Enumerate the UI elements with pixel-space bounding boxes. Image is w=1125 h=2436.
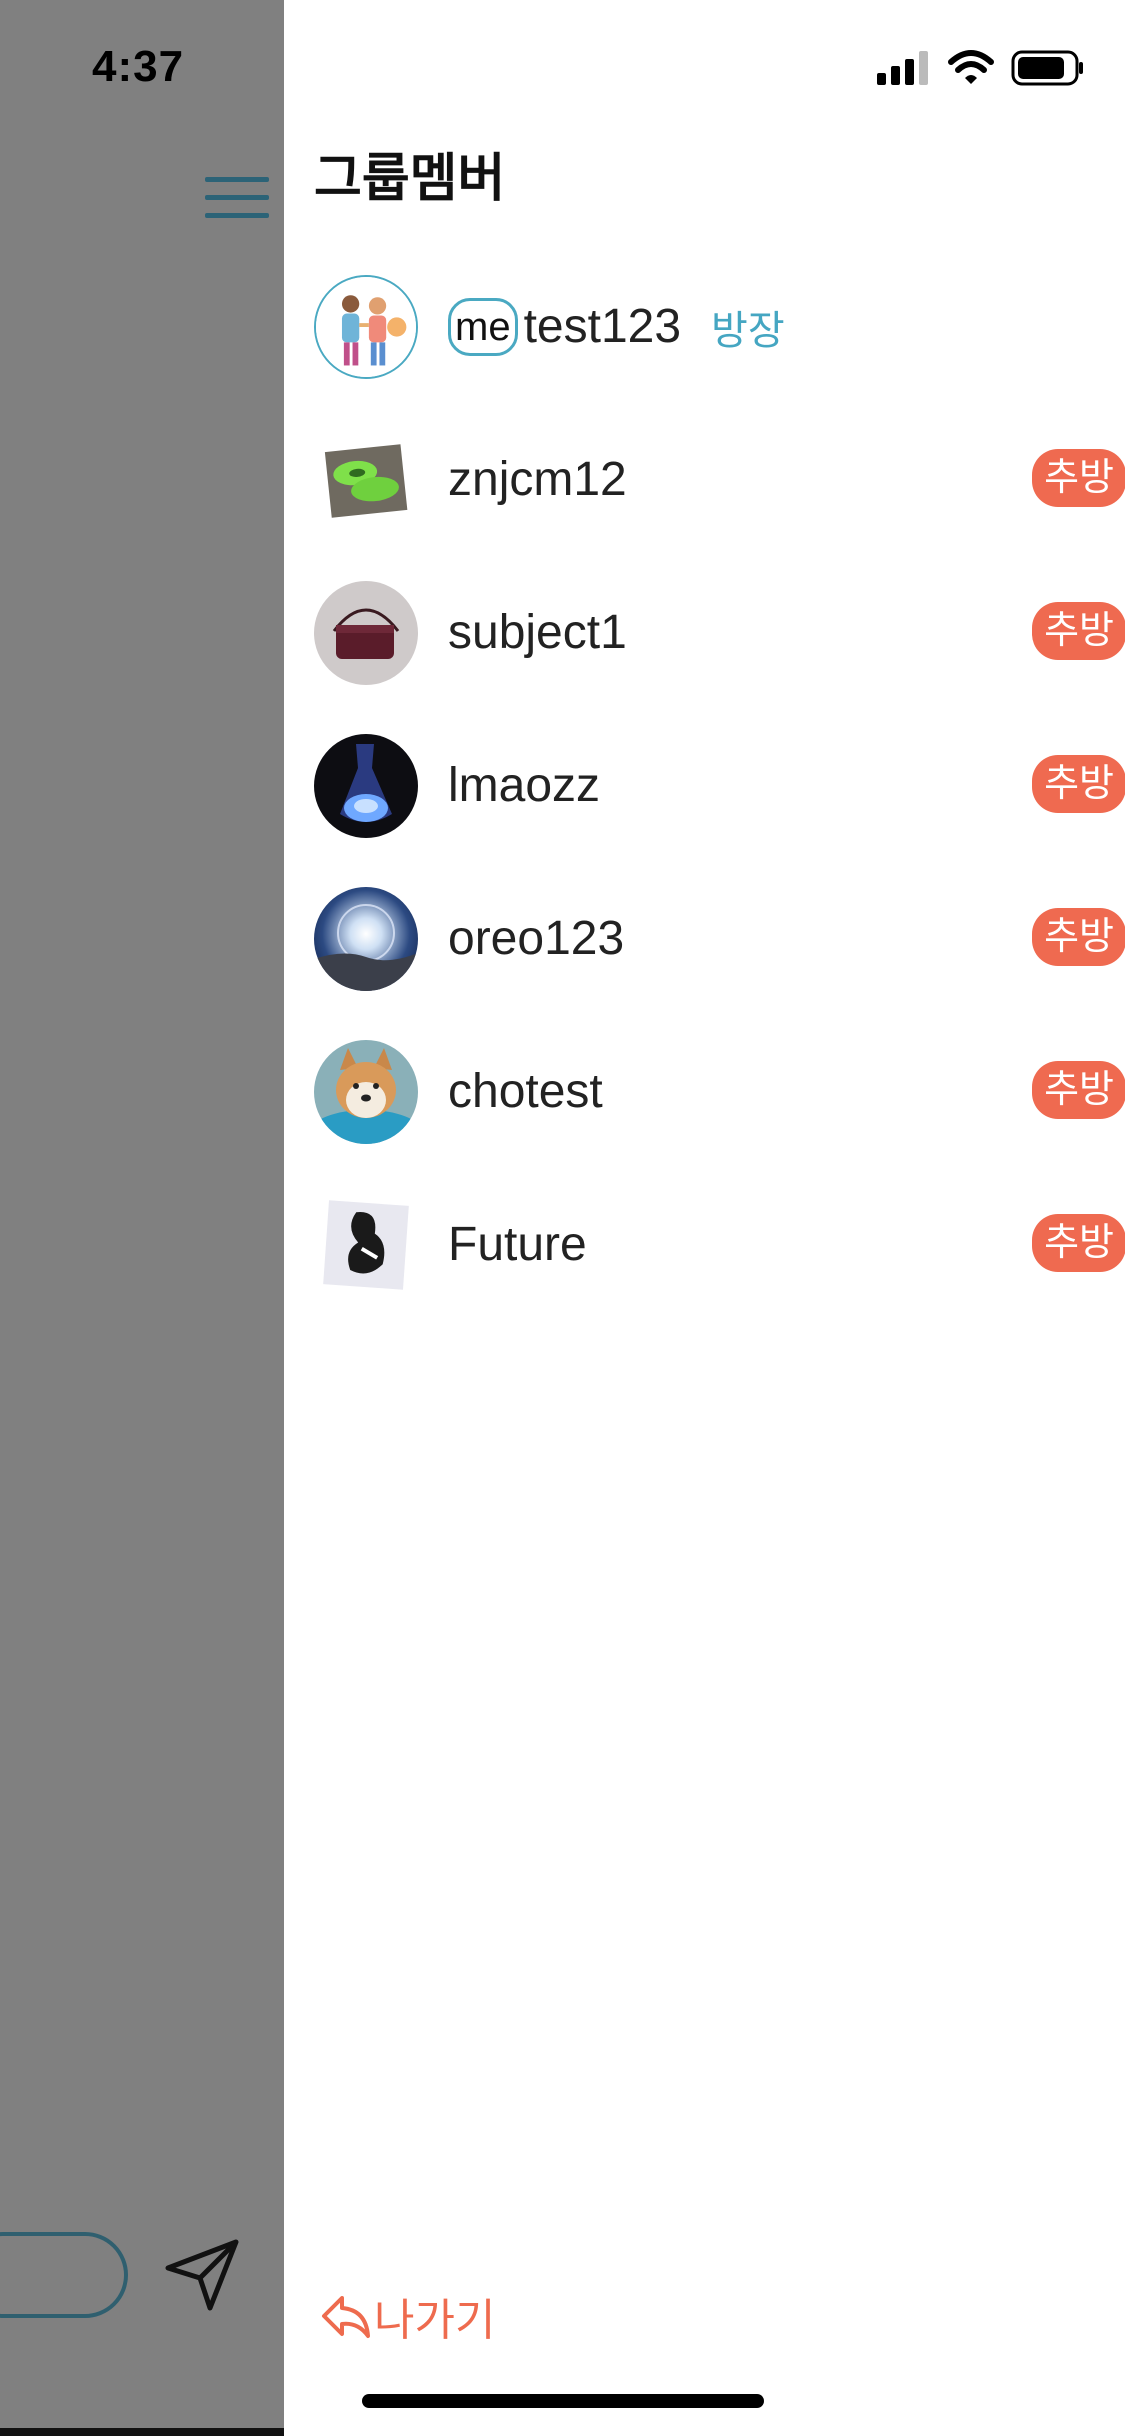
member-name: test123 xyxy=(523,300,682,353)
bag-photo xyxy=(314,580,418,685)
member-name: lmaozz xyxy=(448,759,601,812)
battery-icon xyxy=(1011,50,1083,86)
member-name: Future xyxy=(448,1218,587,1271)
member-row-future[interactable]: Future 추방 xyxy=(314,1168,1125,1321)
member-row-lmaozz[interactable]: lmaozz 추방 xyxy=(314,709,1125,862)
owner-label: 방장 xyxy=(711,308,785,353)
member-row-subject1[interactable]: subject1 추방 xyxy=(314,556,1125,709)
glowing-flask-photo xyxy=(314,733,418,838)
send-icon[interactable] xyxy=(162,2234,242,2314)
kick-button[interactable]: 추방 xyxy=(1032,908,1125,966)
drawer-title: 그룹멤버 xyxy=(314,150,506,208)
group-member-drawer: 그룹멤버 me test123 방장 znjcm12 추방 subject1 추… xyxy=(284,0,1125,2436)
me-badge: me xyxy=(448,297,518,356)
member-row-oreo123[interactable]: oreo123 추방 xyxy=(314,862,1125,1015)
member-list: me test123 방장 znjcm12 추방 subject1 추방 lma… xyxy=(314,250,1125,1321)
status-time: 4:37 xyxy=(92,42,185,91)
member-row-znjcm12[interactable]: znjcm12 추방 xyxy=(314,403,1125,556)
bottom-bar xyxy=(0,2428,284,2436)
sun-halo-photo xyxy=(314,886,418,991)
signal-icon xyxy=(877,51,928,85)
reply-arrow-icon xyxy=(322,2296,370,2338)
wifi-icon xyxy=(948,50,994,84)
kick-button[interactable]: 추방 xyxy=(1032,755,1125,813)
couple-illustration-avatar xyxy=(314,274,418,379)
leave-label: 나가기 xyxy=(374,2296,496,2345)
sneaker-photo xyxy=(314,1193,418,1297)
member-name: oreo123 xyxy=(448,912,625,965)
background-overlay[interactable]: 4:37 xyxy=(0,0,284,2436)
leave-button[interactable]: 나가기 xyxy=(320,2284,495,2348)
member-row-chotest[interactable]: chotest 추방 xyxy=(314,1015,1125,1168)
kick-button[interactable]: 추방 xyxy=(1032,1061,1125,1119)
member-name: chotest xyxy=(448,1065,603,1118)
kick-button[interactable]: 추방 xyxy=(1032,1214,1125,1272)
kick-button[interactable]: 추방 xyxy=(1032,449,1125,507)
kick-button[interactable]: 추방 xyxy=(1032,602,1125,660)
shiba-dog-photo xyxy=(314,1039,418,1144)
member-name: subject1 xyxy=(448,606,627,659)
green-shoes-photo xyxy=(314,428,418,532)
screen: 4:37 그룹멤버 me test123 방장 znjcm12 추방 subje… xyxy=(0,0,1125,2436)
status-icons xyxy=(877,48,1085,88)
member-name: znjcm12 xyxy=(448,453,627,506)
member-row-test123[interactable]: me test123 방장 xyxy=(314,250,1104,403)
home-indicator xyxy=(362,2394,764,2408)
hamburger-menu-icon[interactable] xyxy=(205,175,269,221)
message-input[interactable] xyxy=(0,2232,128,2318)
